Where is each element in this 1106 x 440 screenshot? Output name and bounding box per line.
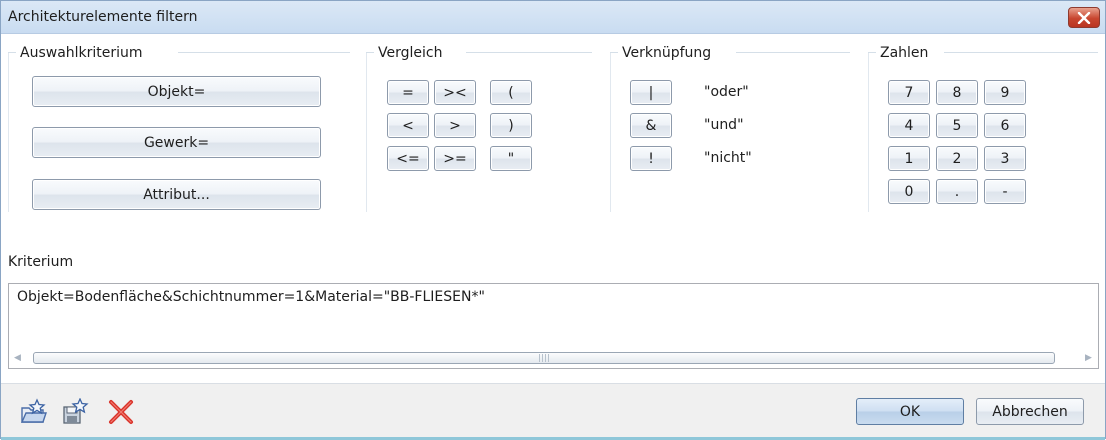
close-paren-button[interactable]: )	[490, 113, 532, 138]
not-equals-button[interactable]: ><	[434, 80, 476, 105]
window-title: Architekturelemente filtern	[8, 9, 198, 25]
group-label-verknuepfung: Verknüpfung	[619, 45, 715, 61]
not-label: "nicht"	[704, 150, 752, 166]
and-label: "und"	[704, 117, 744, 133]
open-paren-button[interactable]: (	[490, 80, 532, 105]
group-label-vergleich: Vergleich	[375, 45, 446, 61]
group-verknuepfung: Verknüpfung | "oder" & "und" ! "nicht"	[610, 45, 850, 213]
open-favorite-icon[interactable]	[19, 398, 47, 426]
group-zahlen: Zahlen 7 8 9 4 5 6 1 2 3 0 . -	[868, 45, 1098, 213]
scroll-left-icon[interactable]: ◀	[14, 353, 21, 363]
digit-5-button[interactable]: 5	[936, 113, 978, 138]
minus-button[interactable]: -	[984, 179, 1026, 204]
kriterium-label: Kriterium	[8, 254, 74, 270]
close-icon	[1077, 11, 1091, 24]
or-label: "oder"	[704, 84, 749, 100]
digit-0-button[interactable]: 0	[888, 179, 930, 204]
digit-7-button[interactable]: 7	[888, 80, 930, 105]
delete-icon[interactable]	[107, 398, 135, 426]
not-button[interactable]: !	[630, 146, 672, 171]
grip-icon	[539, 354, 551, 362]
digit-4-button[interactable]: 4	[888, 113, 930, 138]
kriterium-textarea[interactable]: Objekt=Bodenfläche&Schichtnummer=1&Mater…	[8, 283, 1099, 369]
less-equal-button[interactable]: <=	[387, 146, 429, 171]
dialog-footer: OK Abbrechen	[1, 383, 1105, 439]
objekt-button[interactable]: Objekt=	[32, 76, 321, 107]
greater-equal-button[interactable]: >=	[434, 146, 476, 171]
digit-9-button[interactable]: 9	[984, 80, 1026, 105]
digit-6-button[interactable]: 6	[984, 113, 1026, 138]
scroll-right-icon[interactable]: ▶	[1085, 353, 1092, 363]
equals-button[interactable]: =	[387, 80, 429, 105]
decimal-point-button[interactable]: .	[936, 179, 978, 204]
filter-dialog: Architekturelemente filtern Auswahlkrite…	[0, 0, 1106, 440]
horizontal-scrollbar[interactable]: ◀ ▶	[9, 349, 1098, 366]
digit-8-button[interactable]: 8	[936, 80, 978, 105]
less-than-button[interactable]: <	[387, 113, 429, 138]
title-bar[interactable]: Architekturelemente filtern	[1, 1, 1105, 34]
group-label-zahlen: Zahlen	[877, 45, 932, 61]
close-button[interactable]	[1068, 7, 1100, 28]
digit-2-button[interactable]: 2	[936, 146, 978, 171]
and-button[interactable]: &	[630, 113, 672, 138]
scrollbar-thumb[interactable]	[33, 352, 1055, 364]
cancel-button[interactable]: Abbrechen	[976, 398, 1084, 425]
digit-1-button[interactable]: 1	[888, 146, 930, 171]
kriterium-value: Objekt=Bodenfläche&Schichtnummer=1&Mater…	[17, 289, 485, 305]
save-favorite-icon[interactable]	[61, 397, 89, 426]
group-vergleich: Vergleich = >< ( < > ) <= >= "	[366, 45, 592, 213]
greater-than-button[interactable]: >	[434, 113, 476, 138]
group-auswahlkriterium: Auswahlkriterium Objekt= Gewerk= Attribu…	[8, 45, 350, 213]
or-button[interactable]: |	[630, 80, 672, 105]
gewerk-button[interactable]: Gewerk=	[32, 127, 321, 158]
digit-3-button[interactable]: 3	[984, 146, 1026, 171]
group-label-auswahlkriterium: Auswahlkriterium	[17, 45, 146, 61]
attribut-button[interactable]: Attribut...	[32, 179, 321, 210]
quote-button[interactable]: "	[490, 146, 532, 171]
ok-button[interactable]: OK	[856, 398, 964, 425]
